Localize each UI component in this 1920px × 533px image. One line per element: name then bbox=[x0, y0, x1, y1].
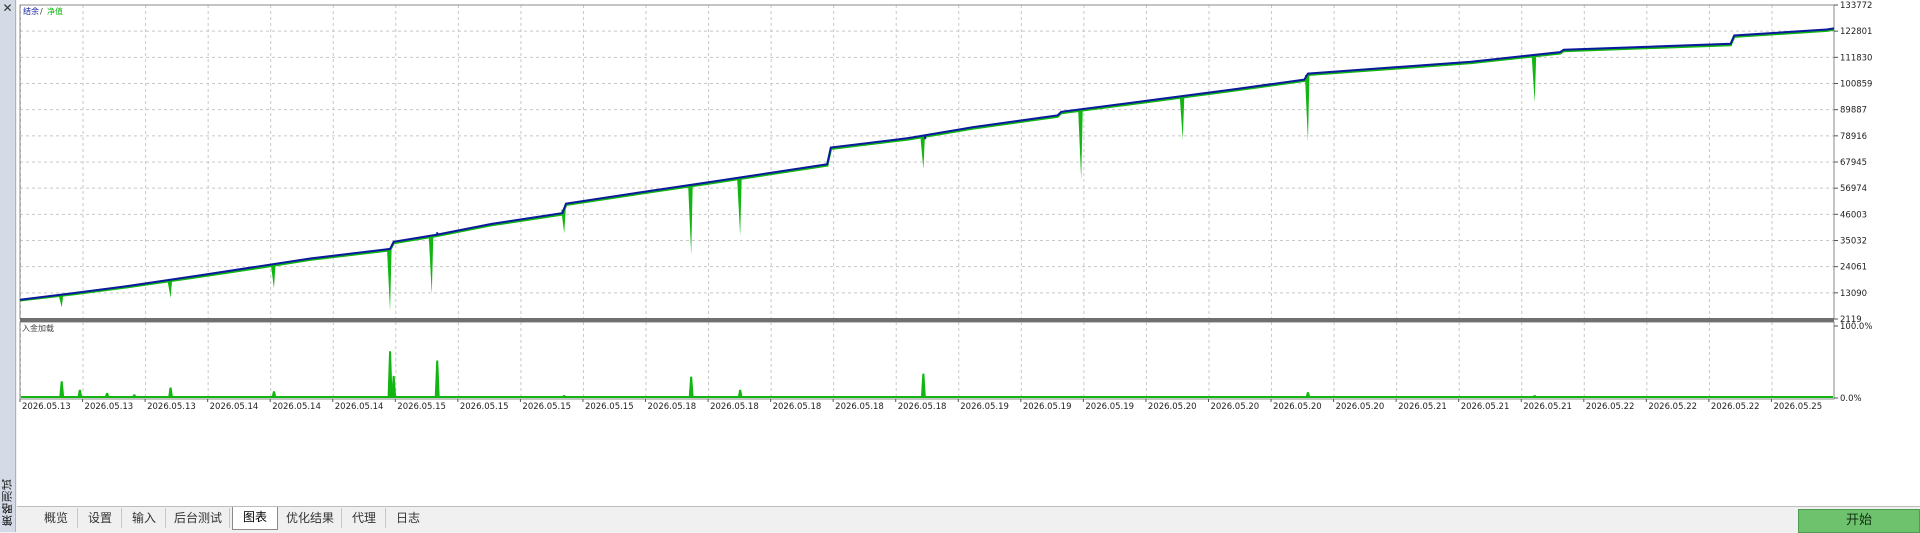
x-tick-label: 2026.05.25 bbox=[1773, 402, 1822, 412]
x-tick-label: 2026.05.21 bbox=[1398, 402, 1447, 412]
x-tick-label: 2026.05.13 bbox=[85, 402, 134, 412]
x-tick-label: 2026.05.15 bbox=[397, 402, 446, 412]
x-tick-label: 2026.05.15 bbox=[460, 402, 509, 412]
load-baseline-fill bbox=[21, 396, 1833, 398]
x-tick-label: 2026.05.18 bbox=[898, 402, 947, 412]
tab-optimization-results[interactable]: 优化结果 bbox=[279, 508, 342, 528]
x-tick-label: 2026.05.19 bbox=[1023, 402, 1072, 412]
load-chart-title: 入金加载 bbox=[22, 323, 54, 333]
y-tick-label: 35032 bbox=[1840, 237, 1867, 247]
x-tick-label: 2026.05.13 bbox=[22, 402, 71, 412]
y-tick-label: 46003 bbox=[1840, 210, 1867, 220]
tab-graph[interactable]: 图表 bbox=[232, 507, 278, 530]
strategy-tester-side-panel: ✕ 策略测试 bbox=[0, 0, 16, 532]
legend-separator: / bbox=[40, 7, 43, 16]
tab-settings[interactable]: 设置 bbox=[79, 508, 122, 528]
y-tick-label: 0.0% bbox=[1840, 394, 1862, 404]
x-tick-label: 2026.05.18 bbox=[648, 402, 697, 412]
tab-overview[interactable]: 概览 bbox=[35, 508, 78, 528]
tab-inputs[interactable]: 输入 bbox=[123, 508, 166, 528]
x-tick-label: 2026.05.14 bbox=[272, 402, 321, 412]
y-tick-label: 24061 bbox=[1840, 263, 1867, 273]
x-tick-label: 2026.05.20 bbox=[1336, 402, 1385, 412]
x-tick-label: 2026.05.22 bbox=[1711, 402, 1760, 412]
tab-journal[interactable]: 日志 bbox=[387, 508, 429, 528]
x-tick-label: 2026.05.21 bbox=[1461, 402, 1510, 412]
tester-tab-bar: 概览 设置 输入 后台测试 图表 优化结果 代理 日志 开始 bbox=[17, 506, 1920, 533]
chart-svg: 结余 / 净值 入金加载 133772 122801 111830 100859 898… bbox=[17, 0, 1920, 506]
x-tick-label: 2026.05.20 bbox=[1210, 402, 1259, 412]
y-tick-label: 100859 bbox=[1840, 80, 1872, 90]
x-tick-label: 2026.05.20 bbox=[1148, 402, 1197, 412]
x-tick-label: 2026.05.22 bbox=[1648, 402, 1697, 412]
y-tick-label: 122801 bbox=[1840, 27, 1872, 37]
x-tick-label: 2026.05.14 bbox=[210, 402, 259, 412]
x-tick-label: 2026.05.22 bbox=[1586, 402, 1635, 412]
y-tick-label: 13090 bbox=[1840, 289, 1867, 299]
y-tick-label: 78916 bbox=[1840, 132, 1867, 142]
x-tick-label: 2026.05.19 bbox=[1085, 402, 1134, 412]
x-tick-label: 2026.05.18 bbox=[710, 402, 759, 412]
y-tick-label: 100.0% bbox=[1840, 322, 1872, 332]
x-tick-label: 2026.05.18 bbox=[773, 402, 822, 412]
tab-agents[interactable]: 代理 bbox=[343, 508, 386, 528]
y-tick-label: 89887 bbox=[1840, 106, 1867, 116]
y-tick-label: 67945 bbox=[1840, 158, 1867, 168]
panel-vertical-title: 策略测试 bbox=[1, 478, 14, 526]
test-graph: 结余 / 净值 入金加载 133772 122801 111830 100859 898… bbox=[17, 0, 1920, 506]
panel-splitter[interactable] bbox=[20, 318, 1834, 322]
y-tick-label: 56974 bbox=[1840, 184, 1867, 194]
y-tick-label: 111830 bbox=[1840, 53, 1872, 63]
x-tick-label: 2026.05.21 bbox=[1523, 402, 1572, 412]
x-tick-label: 2026.05.15 bbox=[585, 402, 634, 412]
tab-backtest[interactable]: 后台测试 bbox=[167, 508, 230, 528]
x-tick-label: 2026.05.20 bbox=[1273, 402, 1322, 412]
x-tick-label: 2026.05.14 bbox=[335, 402, 384, 412]
legend-equity: 净值 bbox=[47, 6, 63, 16]
start-button[interactable]: 开始 bbox=[1798, 509, 1920, 533]
x-tick-label: 2026.05.19 bbox=[960, 402, 1009, 412]
y-tick-label: 133772 bbox=[1840, 1, 1872, 11]
close-icon[interactable]: ✕ bbox=[1, 2, 14, 15]
x-tick-label: 2026.05.18 bbox=[835, 402, 884, 412]
x-tick-label: 2026.05.15 bbox=[522, 402, 571, 412]
x-tick-label: 2026.05.13 bbox=[147, 402, 196, 412]
legend-balance: 结余 bbox=[23, 6, 39, 16]
